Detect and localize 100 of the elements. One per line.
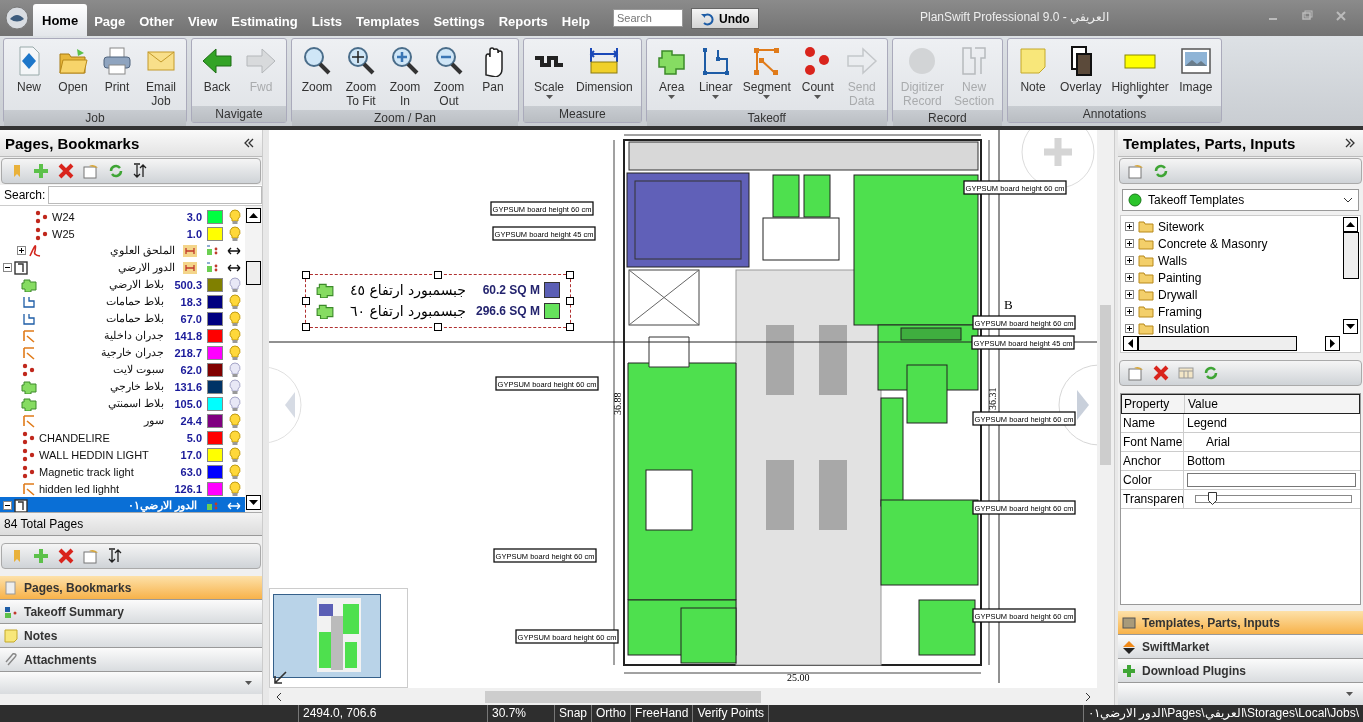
scrollbar[interactable] xyxy=(269,688,1114,705)
ribbon-button[interactable]: Linear xyxy=(693,43,738,110)
undo-button[interactable]: Undo xyxy=(691,8,759,29)
menu-tab[interactable]: Lists xyxy=(304,6,350,36)
menu-tab[interactable]: Help xyxy=(554,6,597,36)
template-folder[interactable]: Drywall xyxy=(1121,286,1360,303)
template-folder[interactable]: Framing xyxy=(1121,303,1360,320)
light-bulb-icon[interactable] xyxy=(229,395,241,412)
takeoff-item[interactable]: WALL HEDDIN LIGHT 17.0 xyxy=(0,446,245,463)
panel-tab[interactable]: Notes xyxy=(0,624,262,648)
ribbon-button[interactable]: Email Job xyxy=(139,43,183,110)
color-swatch[interactable] xyxy=(207,396,223,411)
panel-tab[interactable]: Attachments xyxy=(0,648,262,672)
menu-tab[interactable]: View xyxy=(180,6,225,36)
ribbon-button[interactable]: Pan xyxy=(471,43,515,110)
takeoff-item[interactable]: W25 1.0 xyxy=(0,225,245,242)
scroll-up-icon[interactable] xyxy=(1343,217,1358,232)
light-bulb-icon[interactable] xyxy=(229,412,241,429)
ribbon-button[interactable]: Zoom Out xyxy=(427,43,471,110)
menu-tab[interactable]: Settings xyxy=(426,6,492,36)
scroll-down-icon[interactable] xyxy=(1343,319,1358,334)
menu-tab[interactable]: Reports xyxy=(491,6,555,36)
ribbon-button[interactable]: Back xyxy=(195,43,239,106)
resize-handle[interactable] xyxy=(434,271,442,279)
expand-icon[interactable] xyxy=(17,246,26,255)
color-swatch[interactable] xyxy=(207,294,223,309)
resize-arrow-icon[interactable] xyxy=(272,670,288,686)
search-field[interactable]: Search xyxy=(613,9,683,27)
color-swatch[interactable] xyxy=(207,277,223,292)
scrollbar[interactable] xyxy=(1123,336,1340,351)
property-value[interactable]: Arial xyxy=(1184,433,1360,451)
color-swatch[interactable] xyxy=(207,481,223,496)
ribbon-button[interactable]: Print xyxy=(95,43,139,110)
expand-icon[interactable] xyxy=(1125,239,1134,248)
measure-icon[interactable] xyxy=(183,244,197,257)
scroll-thumb[interactable] xyxy=(1100,305,1111,465)
panel-tab[interactable]: SwiftMarket xyxy=(1118,635,1363,659)
page-row[interactable]: الملحق العلوي xyxy=(0,242,245,259)
light-bulb-icon[interactable] xyxy=(229,344,241,361)
delete-icon[interactable] xyxy=(1153,365,1169,381)
sort-icon[interactable] xyxy=(108,548,122,564)
refresh-icon[interactable] xyxy=(108,163,124,179)
template-folder[interactable]: Walls xyxy=(1121,252,1360,269)
scroll-thumb[interactable] xyxy=(1343,232,1359,279)
status-toggle[interactable]: FreeHand xyxy=(631,705,694,722)
color-field[interactable] xyxy=(1187,473,1356,487)
slider-track[interactable] xyxy=(1195,495,1352,503)
scroll-left-icon[interactable] xyxy=(275,691,283,702)
ribbon-button[interactable]: Dimension xyxy=(571,43,638,106)
color-swatch[interactable] xyxy=(207,345,223,360)
ribbon-button[interactable]: Area xyxy=(649,43,694,110)
template-folder[interactable]: Painting xyxy=(1121,269,1360,286)
delete-icon[interactable] xyxy=(58,163,74,179)
resize-handle[interactable] xyxy=(566,323,574,331)
status-toggle[interactable]: Verify Points xyxy=(693,705,770,722)
light-bulb-icon[interactable] xyxy=(229,310,241,327)
sort-icon[interactable] xyxy=(133,163,147,179)
ribbon-button[interactable]: Zoom To Fit xyxy=(339,43,383,110)
scroll-left-icon[interactable] xyxy=(1123,336,1138,351)
resize-handle[interactable] xyxy=(434,323,442,331)
slider-thumb[interactable] xyxy=(1207,492,1217,505)
expand-icon[interactable] xyxy=(1125,256,1134,265)
status-toggle[interactable]: Ortho xyxy=(592,705,632,722)
scrollbar[interactable] xyxy=(1097,130,1114,688)
template-folder[interactable]: Sitework xyxy=(1121,218,1360,235)
property-value[interactable]: Bottom xyxy=(1184,452,1360,470)
light-bulb-icon[interactable] xyxy=(229,327,241,344)
expand-icon[interactable] xyxy=(1125,290,1134,299)
takeoff-icon[interactable] xyxy=(205,499,219,512)
scrollbar[interactable] xyxy=(245,206,262,512)
panel-tab[interactable]: Pages, Bookmarks xyxy=(0,576,262,600)
color-swatch[interactable] xyxy=(207,464,223,479)
light-bulb-icon[interactable] xyxy=(229,429,241,446)
light-bulb-icon[interactable] xyxy=(229,293,241,310)
app-menu-icon[interactable] xyxy=(5,6,29,30)
scroll-thumb[interactable] xyxy=(485,690,761,703)
color-swatch[interactable] xyxy=(207,209,223,224)
ribbon-button[interactable]: New xyxy=(7,43,51,110)
color-swatch[interactable] xyxy=(207,447,223,462)
expand-icon[interactable] xyxy=(1125,222,1134,231)
ribbon-button[interactable]: Image xyxy=(1173,43,1218,106)
dropdown-icon[interactable] xyxy=(245,681,252,685)
takeoff-item[interactable]: Magnetic track light 63.0 xyxy=(0,463,245,480)
template-dropdown[interactable]: Takeoff Templates xyxy=(1122,189,1359,211)
color-swatch[interactable] xyxy=(207,430,223,445)
ribbon-button[interactable]: Open xyxy=(51,43,95,110)
menu-tab[interactable]: Other xyxy=(132,6,181,36)
takeoff-icon[interactable] xyxy=(205,261,219,274)
panel-tab[interactable]: Download Plugins xyxy=(1118,659,1363,683)
scroll-down-icon[interactable] xyxy=(246,495,261,510)
dropdown-icon[interactable] xyxy=(1346,692,1353,696)
search-field[interactable] xyxy=(48,186,262,204)
page-row[interactable]: الدور الارضي xyxy=(0,259,245,276)
scroll-thumb[interactable] xyxy=(1138,336,1297,351)
ribbon-button[interactable]: Zoom In xyxy=(383,43,427,110)
menu-tab[interactable]: Page xyxy=(87,6,133,36)
scrollbar[interactable] xyxy=(1343,217,1359,334)
color-swatch[interactable] xyxy=(207,362,223,377)
takeoff-icon[interactable] xyxy=(205,244,219,257)
ribbon-button[interactable]: Count xyxy=(795,43,840,110)
